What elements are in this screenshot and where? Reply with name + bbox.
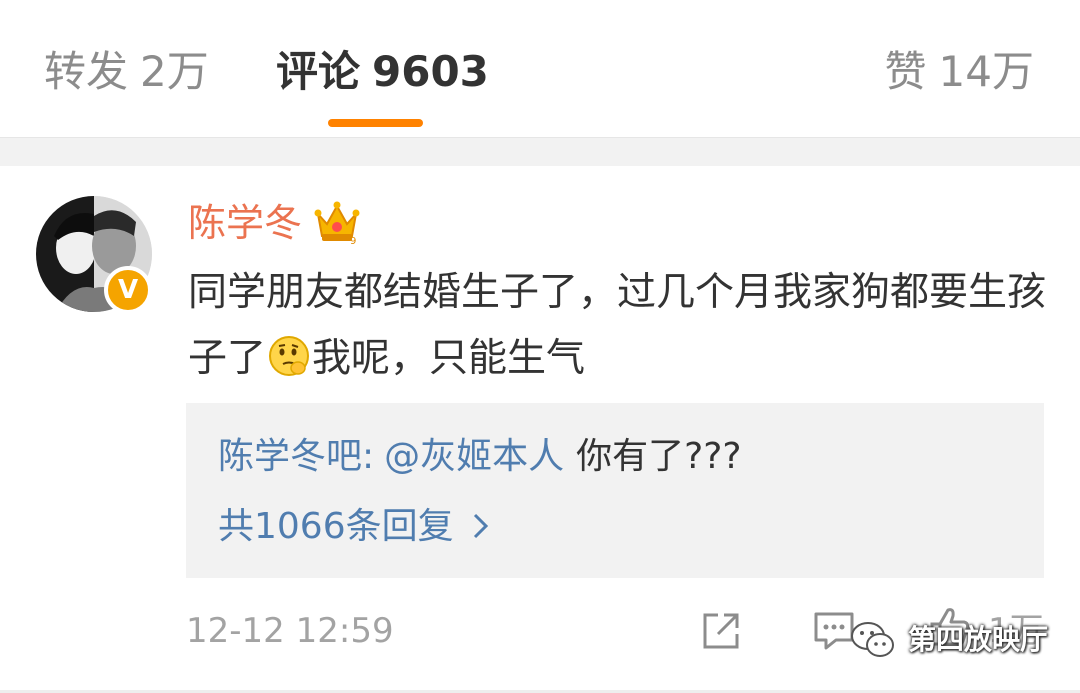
tab-repost[interactable]: 转发 2万 (44, 44, 209, 100)
tab-likes-count: 14万 (938, 47, 1034, 96)
tab-comments-label: 评论 (276, 47, 361, 96)
comment-text: 同学朋友都结婚生子了，过几个月我家狗都要生孩子了 我呢，只能生气 (188, 260, 1048, 392)
reply-line: 陈学冬吧: @灰姬本人 你有了??? (218, 433, 741, 481)
tab-comments-count: 9603 (372, 47, 489, 96)
view-replies-link[interactable]: 共1066条回复 (218, 503, 492, 551)
watermark-text: 第四放映厅 (908, 623, 1049, 656)
reply-author[interactable]: 陈学冬吧: (218, 436, 374, 477)
reply-count-label: 共1066条回复 (218, 506, 454, 547)
tab-comments[interactable]: 评论 9603 (276, 44, 489, 100)
svg-text:9: 9 (350, 236, 356, 244)
tab-repost-label: 转发 (44, 47, 129, 96)
tab-repost-count: 2万 (140, 47, 209, 96)
verified-badge: V (104, 266, 152, 314)
section-divider (0, 138, 1080, 166)
tab-likes[interactable]: 赞 14万 (885, 44, 1034, 100)
chevron-right-icon (473, 513, 488, 539)
comment-timestamp: 12-12 12:59 (186, 611, 394, 651)
wechat-icon (851, 622, 894, 657)
comment-text-part2: 我呢，只能生气 (312, 336, 586, 381)
reply-mention[interactable]: @灰姬本人 (384, 436, 564, 477)
comment-username[interactable]: 陈学冬 (188, 198, 302, 248)
tab-bar: 转发 2万 评论 9603 赞 14万 (0, 0, 1080, 138)
thinking-emoji-icon (269, 336, 310, 376)
crown-icon: 9 (314, 201, 360, 244)
tab-likes-label: 赞 (884, 47, 927, 96)
reply-preview[interactable]: 陈学冬吧: @灰姬本人 你有了??? 共1066条回复 (186, 403, 1044, 578)
reply-text: 你有了??? (576, 436, 742, 477)
share-icon[interactable] (700, 610, 742, 652)
active-tab-indicator (328, 119, 423, 127)
